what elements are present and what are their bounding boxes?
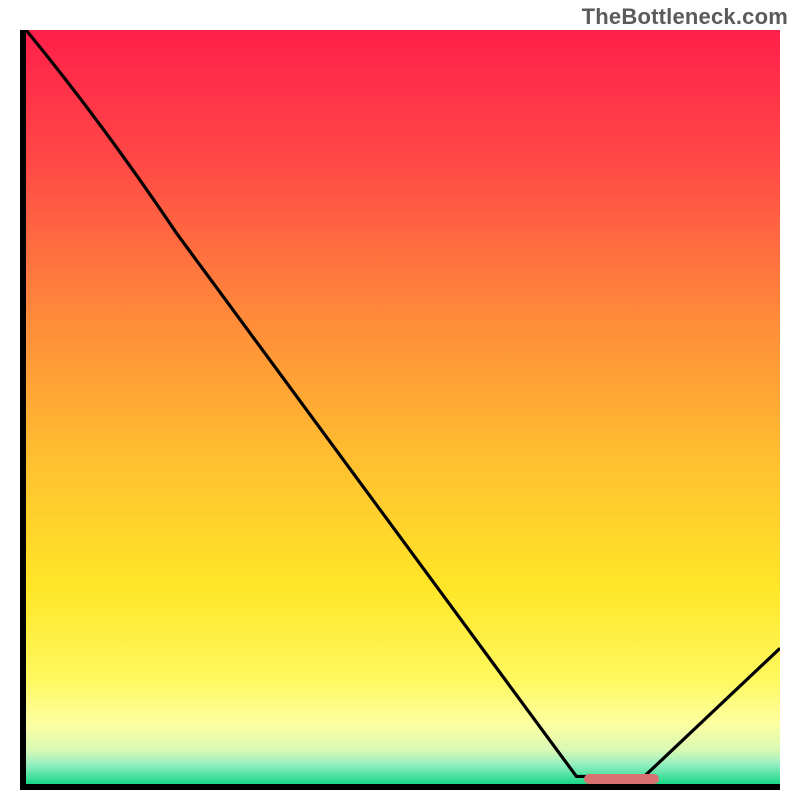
watermark-text: TheBottleneck.com: [582, 4, 788, 30]
curve-layer: [26, 30, 780, 784]
chart-container: TheBottleneck.com: [0, 0, 800, 800]
optimal-range-marker: [584, 774, 659, 784]
bottleneck-curve-path: [26, 30, 780, 776]
plot-area: [20, 30, 780, 790]
